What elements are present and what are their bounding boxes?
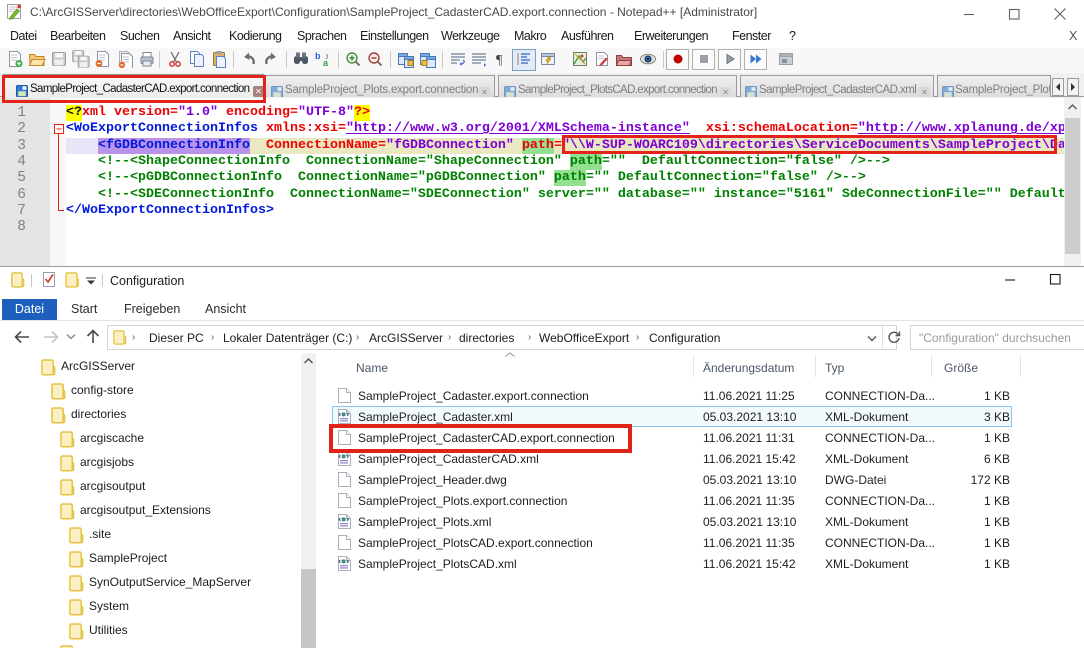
svg-text:¶: ¶ — [496, 53, 503, 68]
svg-text:b: b — [315, 51, 321, 61]
svg-text:a: a — [323, 58, 329, 68]
